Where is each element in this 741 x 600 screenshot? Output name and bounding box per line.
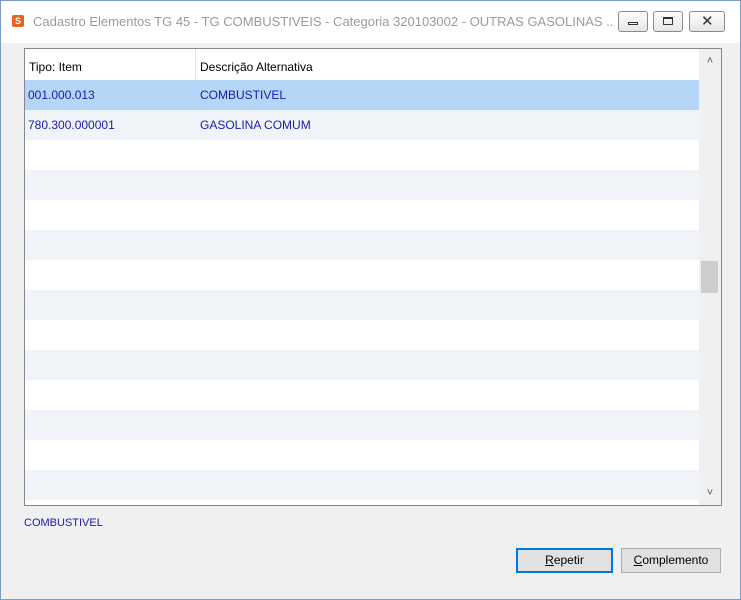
empty-row — [25, 410, 699, 440]
title-bar[interactable]: S Cadastro Elementos TG 45 - TG COMBUSTI… — [1, 1, 740, 43]
empty-row — [25, 140, 699, 170]
close-button[interactable]: ✕ — [689, 11, 725, 32]
scroll-up-icon[interactable]: ˄ — [699, 49, 721, 73]
minimize-icon — [628, 22, 638, 25]
vertical-scrollbar[interactable]: ˄ ˅ — [699, 49, 721, 505]
empty-row — [25, 350, 699, 380]
empty-row — [25, 260, 699, 290]
cell-descricao: COMBUSTIVEL — [200, 88, 287, 102]
repetir-label: epetir — [553, 553, 584, 567]
empty-row — [25, 290, 699, 320]
scroll-thumb[interactable] — [701, 261, 718, 293]
repetir-button[interactable]: Repetir — [516, 548, 613, 573]
empty-row — [25, 380, 699, 410]
window-title: Cadastro Elementos TG 45 - TG COMBUSTIVE… — [33, 14, 613, 29]
complemento-label: omplemento — [642, 553, 709, 567]
dialog-window: S Cadastro Elementos TG 45 - TG COMBUSTI… — [0, 0, 741, 600]
close-icon: ✕ — [701, 13, 714, 30]
complemento-mnemonic: C — [633, 553, 643, 567]
empty-row — [25, 170, 699, 200]
column-header-tipo-item[interactable]: Tipo: Item — [25, 49, 196, 80]
empty-row — [25, 230, 699, 260]
selected-description-label: COMBUSTIVEL — [24, 517, 103, 529]
elements-grid[interactable]: Tipo: Item Descrição Alternativa 001.000… — [24, 48, 722, 506]
empty-row — [25, 320, 699, 350]
cell-item: 001.000.013 — [28, 88, 95, 102]
maximize-button[interactable] — [653, 11, 683, 32]
empty-row — [25, 200, 699, 230]
column-header-descricao[interactable]: Descrição Alternativa — [196, 49, 699, 80]
scroll-down-icon[interactable]: ˅ — [699, 481, 721, 505]
repetir-mnemonic: R — [545, 553, 554, 567]
empty-row — [25, 470, 699, 500]
complemento-button[interactable]: Complemento — [621, 548, 721, 573]
empty-row — [25, 440, 699, 470]
app-icon: S — [12, 15, 24, 27]
table-row[interactable]: 001.000.013 COMBUSTIVEL — [25, 80, 699, 110]
minimize-button[interactable] — [618, 11, 648, 32]
cell-descricao: GASOLINA COMUM — [200, 118, 311, 132]
grid-header: Tipo: Item Descrição Alternativa — [25, 49, 699, 81]
maximize-icon — [663, 17, 673, 25]
cell-item: 780.300.000001 — [28, 118, 115, 132]
table-row[interactable]: 780.300.000001 GASOLINA COMUM — [25, 110, 699, 140]
